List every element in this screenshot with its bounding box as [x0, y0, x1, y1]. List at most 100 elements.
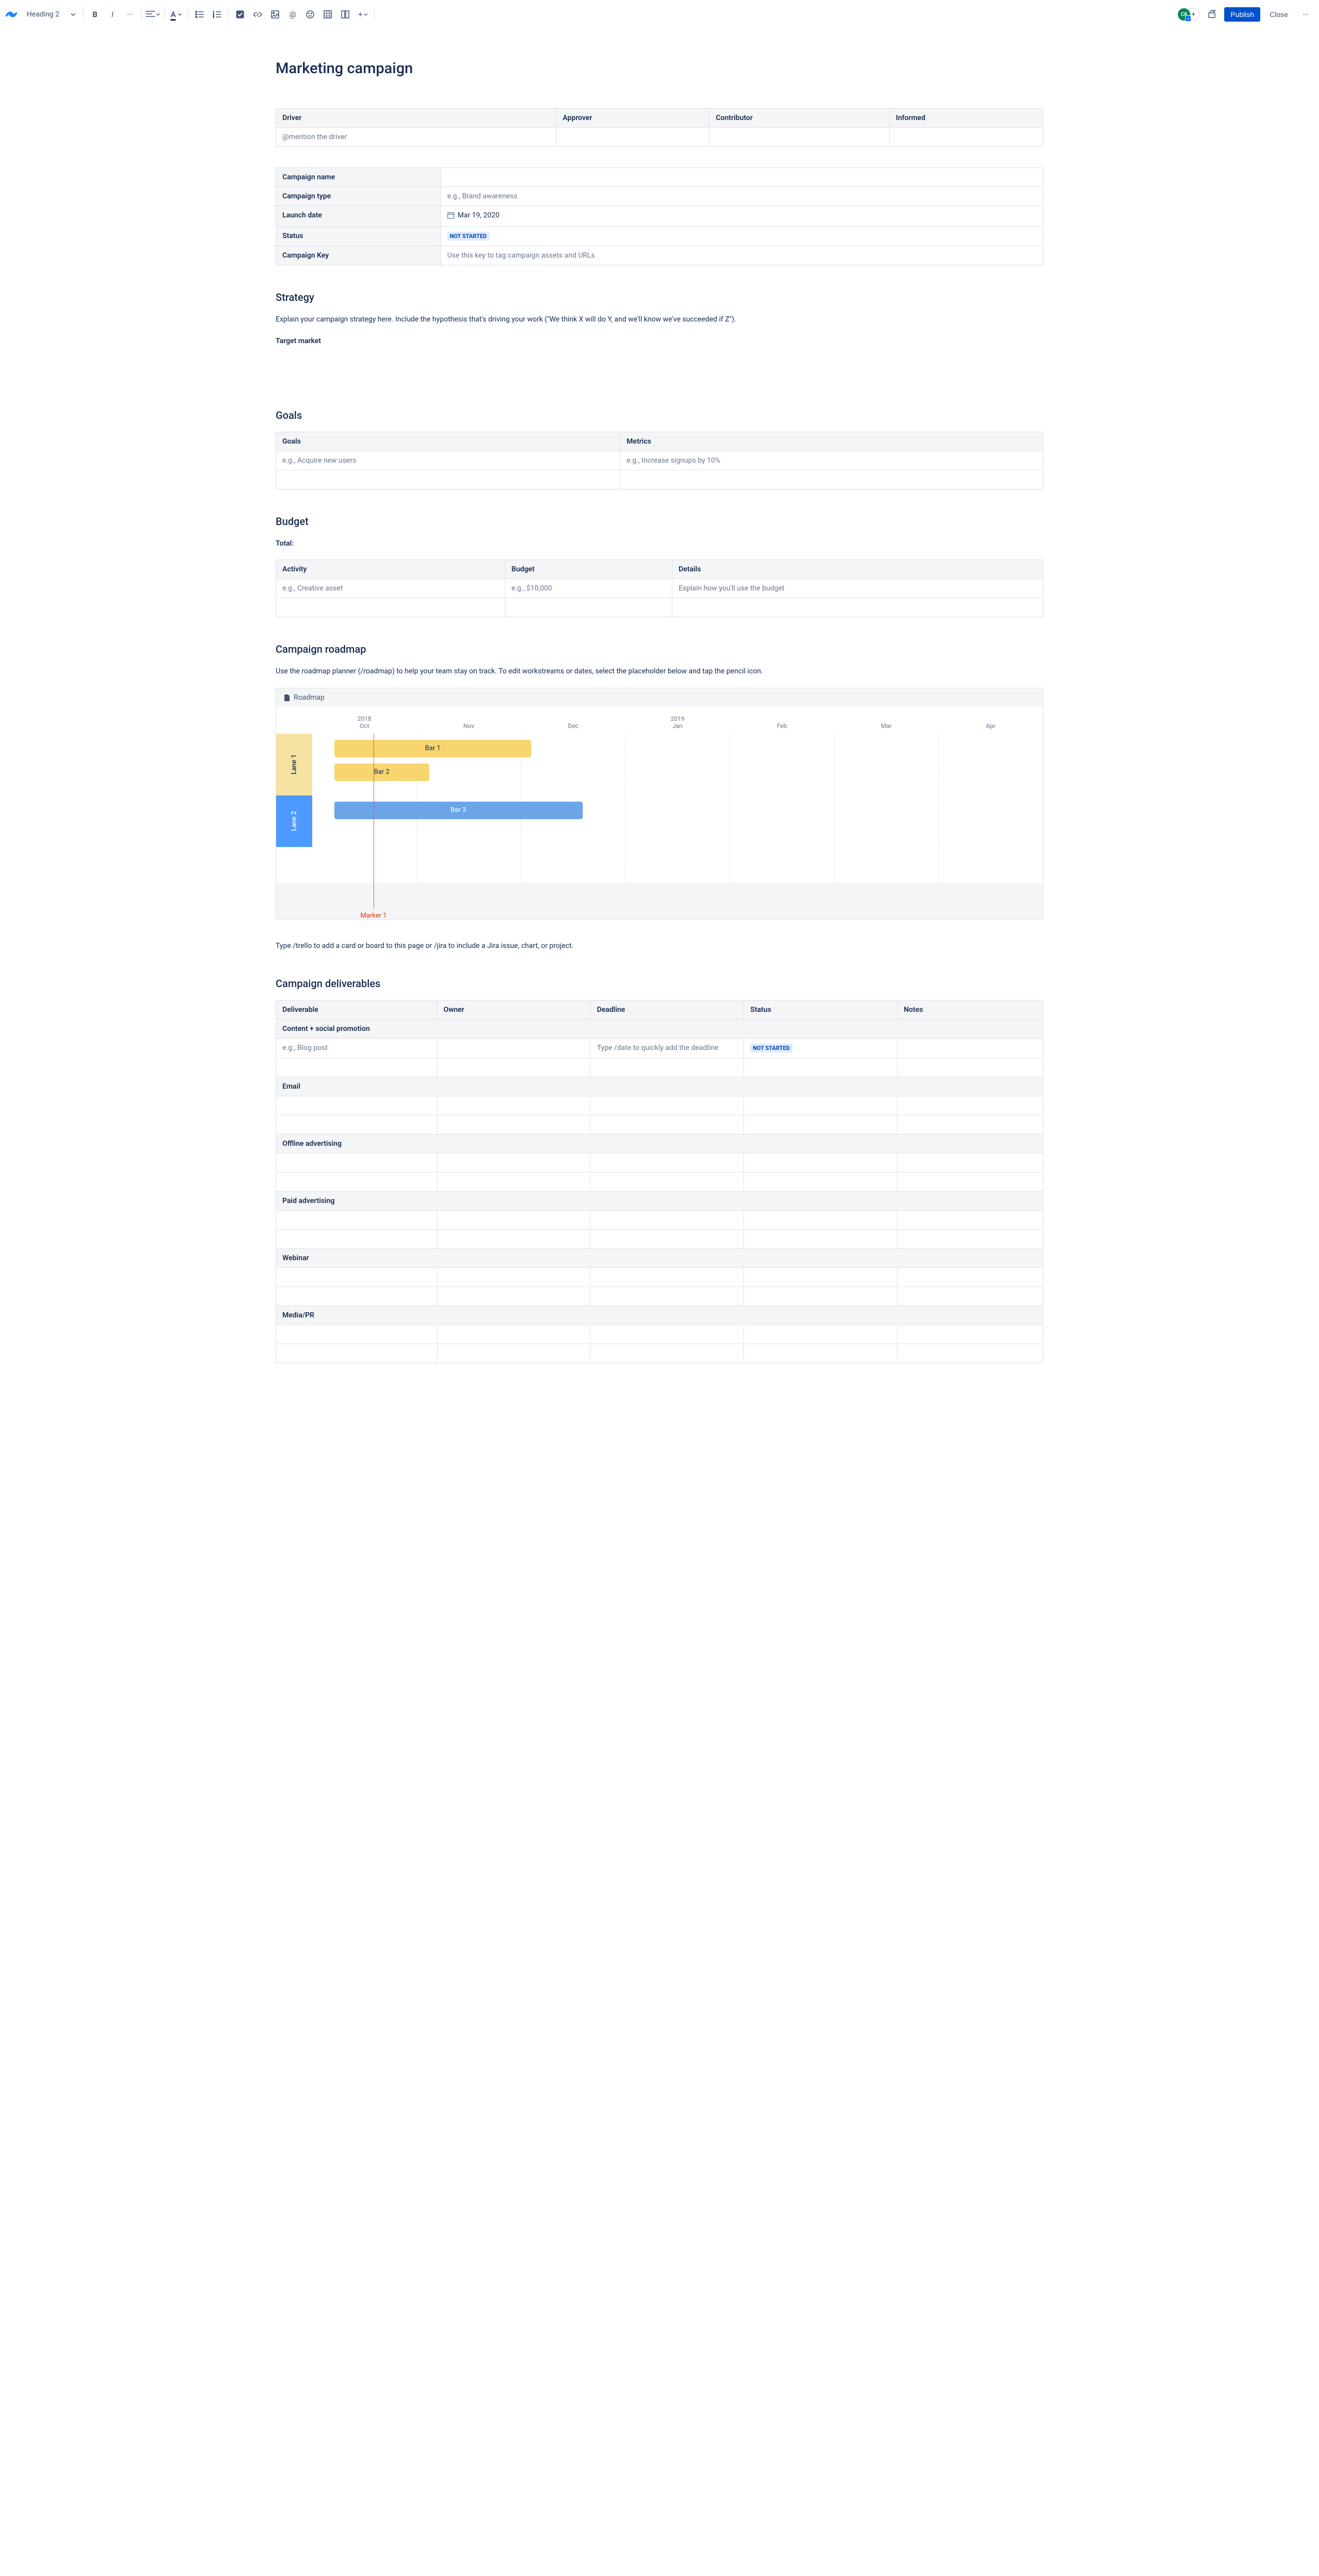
user-avatar[interactable]: CK — [1178, 8, 1190, 21]
bullet-list-button[interactable] — [191, 6, 208, 23]
action-item-button[interactable] — [232, 6, 248, 23]
strategy-body[interactable]: Explain your campaign strategy here. Inc… — [276, 314, 1043, 325]
budget-total[interactable]: Total: — [276, 538, 1043, 549]
deliverable-cell[interactable]: e.g., Blog post — [276, 1038, 437, 1058]
budget-cell[interactable] — [505, 598, 672, 617]
lane-label: Lane 2 — [276, 795, 312, 847]
goals-cell[interactable]: e.g., Increase signups by 10% — [620, 451, 1043, 470]
confluence-logo-icon — [5, 8, 18, 21]
daci-table[interactable]: Driver Approver Contributor Informed @me… — [276, 108, 1043, 147]
strategy-heading[interactable]: Strategy — [276, 291, 1043, 303]
budget-heading[interactable]: Budget — [276, 515, 1043, 528]
detail-value[interactable] — [441, 168, 1043, 187]
deliverables-header: Deadline — [590, 1000, 744, 1019]
daci-header: Informed — [889, 109, 1043, 128]
close-button[interactable]: Close — [1264, 7, 1293, 22]
insert-more-button[interactable]: + — [354, 6, 371, 23]
budget-cell[interactable]: e.g., Creative asset — [276, 579, 505, 598]
daci-cell[interactable] — [709, 128, 889, 147]
detail-value[interactable]: NOT STARTED — [441, 227, 1043, 246]
goals-header: Goals — [276, 432, 620, 451]
deliverable-cell[interactable]: NOT STARTED — [744, 1038, 898, 1058]
target-market-heading[interactable]: Target market — [276, 335, 1043, 347]
roadmap-marker-label: Marker 1 — [360, 912, 386, 920]
text-style-select[interactable]: Heading 2 — [23, 8, 80, 21]
status-lozenge[interactable]: NOT STARTED — [750, 1044, 792, 1053]
detail-value[interactable]: e.g., Brand awareness — [441, 187, 1043, 206]
roadmap-lane-1: Lane 1 Bar 1 Bar 2 — [276, 734, 1043, 795]
editor-toolbar: Heading 2 B I ··· A 123 — [0, 0, 1319, 29]
goals-header: Metrics — [620, 432, 1043, 451]
roadmap-intro[interactable]: Use the roadmap planner (/roadmap) to he… — [276, 666, 1043, 677]
more-formatting-button[interactable]: ··· — [122, 6, 138, 23]
daci-header: Contributor — [709, 109, 889, 128]
avatar-edit-badge-icon — [1185, 15, 1191, 22]
bold-button[interactable]: B — [87, 6, 103, 23]
more-actions-button[interactable]: ··· — [1297, 6, 1314, 23]
align-button[interactable] — [145, 6, 161, 23]
deliverables-section[interactable]: Offline advertising — [276, 1134, 1043, 1153]
layouts-button[interactable] — [337, 6, 353, 23]
deliverables-heading[interactable]: Campaign deliverables — [276, 977, 1043, 990]
italic-button[interactable]: I — [104, 6, 121, 23]
deliverable-cell[interactable] — [437, 1038, 590, 1058]
link-button[interactable] — [249, 6, 266, 23]
budget-cell[interactable]: e.g., $10,000 — [505, 579, 672, 598]
deliverables-header: Notes — [898, 1000, 1043, 1019]
image-button[interactable] — [267, 6, 283, 23]
budget-cell[interactable]: Explain how you'll use the budget — [672, 579, 1043, 598]
roadmap-bar[interactable]: Bar 1 — [334, 740, 532, 757]
page-title[interactable]: Marketing campaign — [276, 60, 1043, 77]
deliverable-cell[interactable] — [898, 1038, 1043, 1058]
request-access-button[interactable] — [1204, 6, 1220, 23]
numbered-list-button[interactable]: 123 — [209, 6, 225, 23]
status-lozenge[interactable]: NOT STARTED — [447, 232, 489, 241]
daci-header: Driver — [276, 109, 556, 128]
mention-button[interactable]: @ — [284, 6, 301, 23]
detail-label: Campaign type — [276, 187, 441, 206]
goals-cell[interactable] — [276, 470, 620, 489]
roadmap-heading[interactable]: Campaign roadmap — [276, 643, 1043, 655]
roadmap-lane-2: Lane 2 Bar 3 — [276, 795, 1043, 847]
deliverables-header: Deliverable — [276, 1000, 437, 1019]
daci-header: Approver — [556, 109, 709, 128]
roadmap-macro[interactable]: Roadmap 2018Oct Nov Dec 2019Jan Feb Mar … — [276, 688, 1043, 920]
roadmap-bar[interactable]: Bar 3 — [334, 802, 583, 819]
emoji-button[interactable] — [302, 6, 318, 23]
table-button[interactable] — [319, 6, 336, 23]
lane-label: Lane 1 — [276, 734, 312, 795]
roadmap-outro[interactable]: Type /trello to add a card or board to t… — [276, 940, 1043, 952]
detail-value[interactable]: Use this key to tag campaign assets and … — [441, 246, 1043, 265]
deliverables-section[interactable]: Paid advertising — [276, 1191, 1043, 1210]
daci-cell[interactable] — [889, 128, 1043, 147]
roadmap-bar[interactable]: Bar 2 — [334, 764, 429, 781]
deliverables-section[interactable]: Media/PR — [276, 1306, 1043, 1325]
deliverables-header: Owner — [437, 1000, 590, 1019]
budget-table[interactable]: Activity Budget Details e.g., Creative a… — [276, 560, 1043, 617]
publish-button[interactable]: Publish — [1224, 7, 1260, 22]
budget-cell[interactable] — [672, 598, 1043, 617]
deliverables-section[interactable]: Webinar — [276, 1248, 1043, 1267]
budget-header: Budget — [505, 560, 672, 579]
deliverables-header: Status — [744, 1000, 898, 1019]
goals-cell[interactable]: e.g., Acquire new users — [276, 451, 620, 470]
text-color-button[interactable]: A — [168, 6, 184, 23]
text-style-label: Heading 2 — [27, 10, 59, 19]
campaign-details-table[interactable]: Campaign name Campaign type e.g., Brand … — [276, 167, 1043, 265]
detail-label: Status — [276, 227, 441, 246]
detail-label: Campaign Key — [276, 246, 441, 265]
detail-label: Campaign name — [276, 168, 441, 187]
deliverables-section[interactable]: Content + social promotion — [276, 1019, 1043, 1038]
deliverables-table[interactable]: Deliverable Owner Deadline Status Notes … — [276, 1000, 1043, 1363]
deliverable-cell[interactable]: Type /date to quickly add the deadline — [590, 1038, 744, 1058]
daci-cell[interactable] — [556, 128, 709, 147]
goals-cell[interactable] — [620, 470, 1043, 489]
deliverables-section[interactable]: Email — [276, 1077, 1043, 1096]
daci-driver-cell[interactable]: @mention the driver — [276, 128, 556, 147]
detail-value[interactable]: Mar 19, 2020 — [441, 206, 1043, 227]
budget-cell[interactable] — [276, 598, 505, 617]
svg-text:3: 3 — [213, 16, 214, 18]
calendar-icon — [447, 212, 454, 219]
goals-table[interactable]: Goals Metrics e.g., Acquire new users e.… — [276, 432, 1043, 489]
goals-heading[interactable]: Goals — [276, 409, 1043, 421]
